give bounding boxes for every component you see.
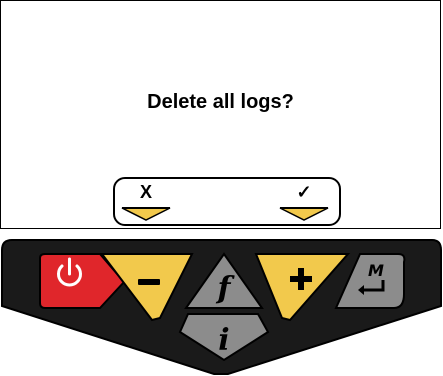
minus-icon (138, 279, 160, 285)
cancel-softkey[interactable]: X (120, 182, 172, 226)
svg-text:M: M (368, 261, 384, 280)
confirm-arrow-icon (279, 207, 329, 221)
prompt-text: Delete all logs? (147, 91, 294, 113)
cancel-arrow-icon (121, 207, 171, 221)
display-screen: Delete all logs? (0, 0, 441, 229)
confirm-label: ✓ (296, 182, 312, 202)
info-icon: i (218, 323, 229, 358)
keypad: f M i (0, 239, 442, 375)
cancel-label: X (139, 182, 152, 202)
confirm-softkey[interactable]: ✓ (278, 182, 330, 226)
